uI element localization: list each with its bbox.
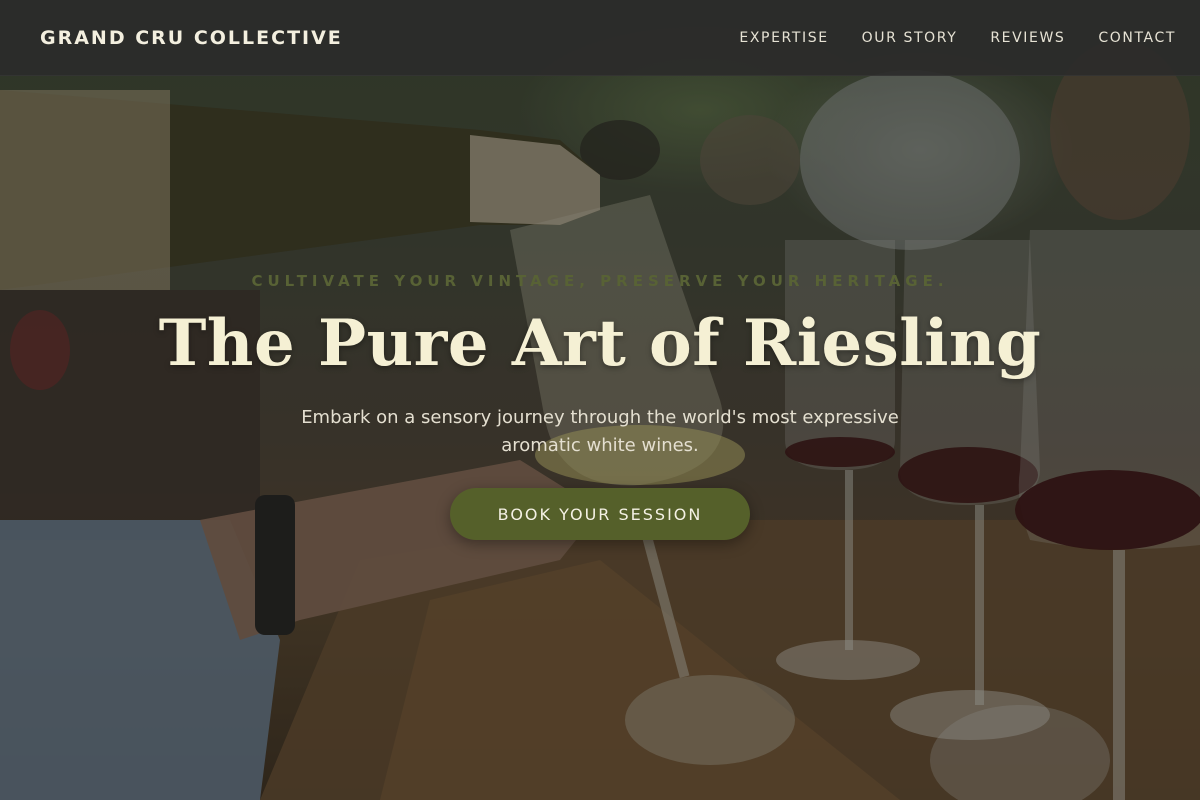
nav-link-contact[interactable]: CONTACT xyxy=(1098,30,1176,46)
hero-content: CULTIVATE YOUR VINTAGE, PRESERVE YOUR HE… xyxy=(0,262,1200,540)
nav-link-our-story[interactable]: OUR STORY xyxy=(862,30,958,46)
book-session-button[interactable]: BOOK YOUR SESSION xyxy=(450,488,750,540)
nav-link-expertise[interactable]: EXPERTISE xyxy=(739,30,828,46)
brand-logo[interactable]: GRAND CRU COLLECTIVE xyxy=(40,27,343,49)
top-navigation: GRAND CRU COLLECTIVE EXPERTISE OUR STORY… xyxy=(0,0,1200,76)
nav-link-reviews[interactable]: REVIEWS xyxy=(990,30,1065,46)
nav-links: EXPERTISE OUR STORY REVIEWS CONTACT xyxy=(739,30,1176,46)
hero-subtitle: Embark on a sensory journey through the … xyxy=(301,407,899,456)
hero-eyebrow: CULTIVATE YOUR VINTAGE, PRESERVE YOUR HE… xyxy=(251,272,949,290)
hero-title: The Pure Art of Riesling xyxy=(158,306,1042,381)
